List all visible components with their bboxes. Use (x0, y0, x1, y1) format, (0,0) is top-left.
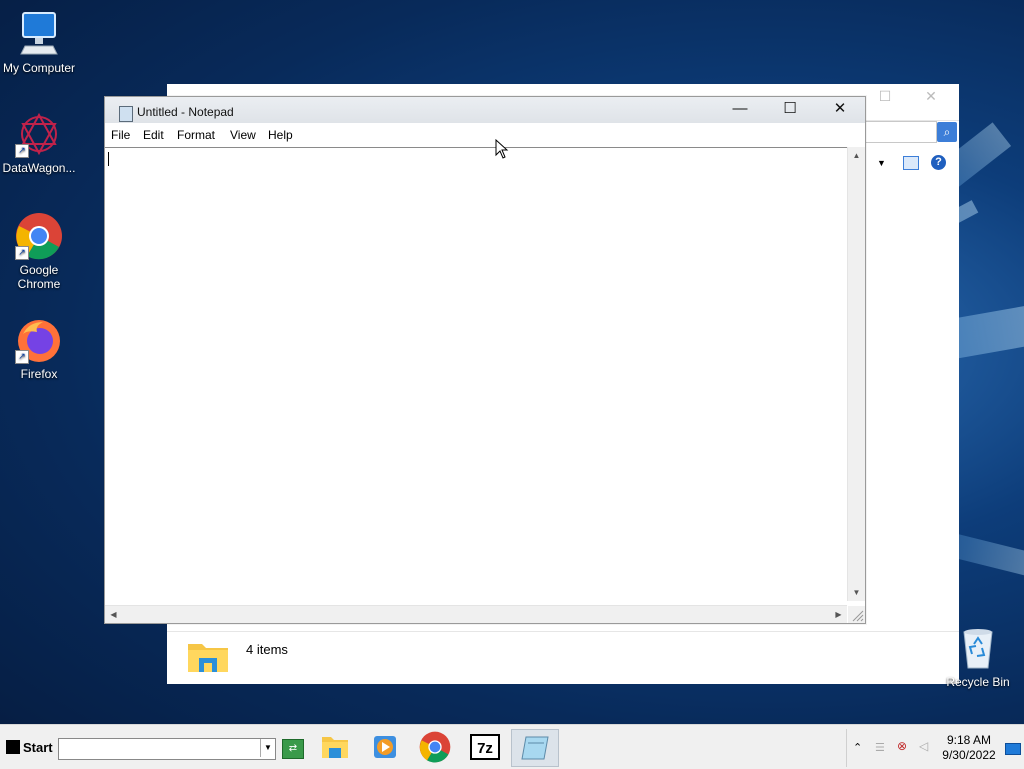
close-button[interactable]: ✕ (817, 99, 863, 119)
desktop-icon-label: Firefox (20, 367, 58, 381)
notepad-window[interactable]: Untitled - Notepad — ☐ ✕ File Edit Forma… (104, 96, 866, 624)
folder-icon (187, 638, 229, 677)
window-title: Untitled - Notepad (137, 105, 234, 119)
explorer-ribbon-tools: ▼ ? (873, 154, 953, 178)
media-player-icon (374, 736, 396, 758)
menu-bar: File Edit Format View Help (105, 124, 865, 146)
clock-time: 9:18 AM (946, 733, 992, 747)
shortcut-arrow-icon: ↗ (15, 246, 29, 260)
start-button[interactable]: Start (2, 736, 57, 758)
desktop-icon-recycle-bin[interactable]: Recycle Bin (940, 624, 1016, 689)
computer-icon (15, 10, 63, 58)
system-clock[interactable]: 9:18 AM 9/30/2022 (939, 733, 999, 763)
menu-view[interactable]: View (230, 128, 256, 142)
resize-grip-icon[interactable] (848, 606, 865, 623)
text-editor[interactable] (105, 147, 847, 602)
7zip-icon: 7z (470, 734, 500, 760)
speaker-muted-icon[interactable]: ⊗ (897, 739, 907, 753)
chevron-up-icon[interactable]: ⌃ (853, 741, 862, 754)
taskbar-7zip[interactable]: 7z (462, 729, 508, 765)
chevron-down-icon[interactable]: ▼ (260, 739, 275, 757)
scroll-right-icon[interactable]: ▶ (831, 607, 846, 622)
minimize-button[interactable]: — (717, 99, 763, 119)
menu-help[interactable]: Help (268, 128, 293, 142)
network-icon[interactable]: ☰ (875, 741, 885, 754)
chevron-down-icon[interactable]: ▼ (877, 158, 886, 168)
recycle-bin-icon (954, 624, 1002, 672)
address-bar-input[interactable]: ▼ (58, 738, 276, 760)
desktop-icon-my-computer[interactable]: My Computer (1, 10, 77, 75)
scroll-left-icon[interactable]: ◀ (106, 607, 121, 622)
taskbar-file-explorer[interactable] (312, 729, 358, 765)
desktop-icon-label: DataWagon... (2, 161, 76, 175)
shortcut-arrow-icon: ↗ (15, 144, 29, 158)
shortcut-arrow-icon: ↗ (15, 350, 29, 364)
svg-text:7z: 7z (477, 740, 493, 757)
desktop-icon-chrome[interactable]: ↗ Google Chrome (1, 212, 77, 291)
clock-date: 9/30/2022 (942, 748, 996, 762)
taskbar: Start ▼ ⇄ 7z ⌃ ☰ ⊗ ◁ 9:18 AM 9/30/2022 (0, 724, 1024, 769)
maximize-button[interactable]: ☐ (767, 99, 813, 119)
menu-edit[interactable]: Edit (143, 128, 164, 142)
desktop-icon-label: Recycle Bin (946, 675, 1010, 689)
text-caret (108, 152, 109, 166)
vertical-scrollbar[interactable]: ▲ ▼ (847, 147, 865, 601)
system-tray: ⌃ ☰ ⊗ ◁ 9:18 AM 9/30/2022 (846, 729, 1024, 767)
scroll-down-icon[interactable]: ▼ (849, 585, 864, 600)
close-icon[interactable]: ✕ (921, 88, 941, 104)
desktop-icon-label: My Computer (2, 61, 76, 75)
notepad-titlebar[interactable]: Untitled - Notepad — ☐ ✕ (105, 97, 865, 123)
start-label: Start (23, 739, 53, 755)
desktop-icon-firefox[interactable]: ↗ Firefox (1, 316, 77, 381)
chrome-icon (419, 731, 451, 763)
notepad-icon (521, 736, 549, 760)
desktop-icon-datawagon[interactable]: ↗ DataWagon... (1, 110, 77, 175)
datawagon-icon: ↗ (15, 110, 63, 158)
horizontal-scrollbar[interactable]: ◀ ▶ (105, 605, 847, 623)
notifications-icon[interactable] (1005, 743, 1021, 755)
maximize-icon[interactable]: ☐ (875, 88, 895, 104)
preview-pane-icon[interactable] (903, 156, 919, 170)
taskbar-chrome[interactable] (412, 729, 458, 765)
firefox-icon: ↗ (15, 316, 63, 364)
desktop-icon-label: Google Chrome (17, 263, 61, 291)
go-button[interactable]: ⇄ (282, 739, 304, 759)
help-icon[interactable]: ? (931, 155, 946, 170)
folder-icon (322, 737, 348, 758)
menu-file[interactable]: File (111, 128, 130, 142)
scroll-up-icon[interactable]: ▲ (849, 148, 864, 163)
explorer-statusbar: 4 items (167, 631, 959, 684)
menu-format[interactable]: Format (177, 128, 215, 142)
volume-icon[interactable]: ◁ (919, 739, 928, 753)
taskbar-media-player[interactable] (362, 729, 408, 765)
item-count: 4 items (246, 642, 288, 657)
chrome-icon: ↗ (15, 212, 63, 260)
start-icon (6, 740, 20, 754)
notepad-app-icon (119, 106, 133, 122)
search-icon[interactable]: ⌕ (937, 122, 957, 142)
taskbar-notepad[interactable] (511, 729, 559, 767)
